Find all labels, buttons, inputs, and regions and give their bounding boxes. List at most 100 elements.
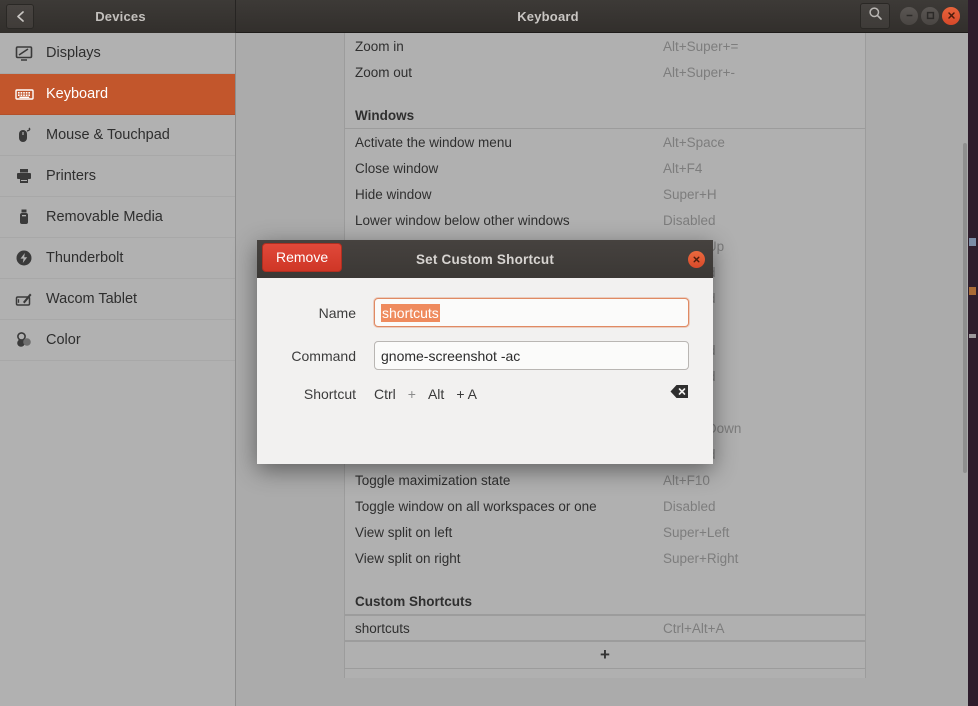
dialog-close-button[interactable]: [688, 251, 705, 268]
shortcut-field-row: Shortcut Ctrl + Alt + A: [281, 384, 689, 404]
titlebar-center: Keyboard: [236, 0, 860, 33]
shortcut-key: + A: [456, 386, 477, 402]
minimize-icon: [905, 7, 914, 25]
shortcut-value: Super+Right: [663, 550, 739, 566]
shortcut-key: Ctrl: [374, 386, 396, 402]
thunderbolt-icon: [13, 247, 35, 269]
vertical-scrollbar[interactable]: [963, 143, 967, 473]
sidebar-item-color[interactable]: Color: [0, 320, 235, 361]
titlebar-right: [860, 0, 968, 33]
sidebar-item-label: Displays: [46, 44, 101, 61]
display-icon: [13, 42, 35, 64]
shortcut-value: Alt+Super+=: [663, 38, 739, 54]
set-custom-shortcut-dialog: Remove Set Custom Shortcut Name shortcut…: [257, 240, 713, 464]
sidebar-item-label: Color: [46, 331, 81, 348]
sidebar-item-label: Removable Media: [46, 208, 163, 225]
chevron-left-icon: [15, 10, 26, 23]
shortcut-value: Super+Left: [663, 524, 730, 540]
shortcut-name: Toggle maximization state: [355, 472, 511, 488]
close-icon: [692, 251, 701, 269]
shortcut-name: Activate the window menu: [355, 134, 512, 150]
search-button[interactable]: [860, 3, 890, 29]
search-icon: [868, 6, 883, 26]
custom-shortcut-row[interactable]: shortcuts Ctrl+Alt+A: [345, 615, 865, 641]
desktop-icon-1: [969, 238, 976, 246]
maximize-icon: [926, 7, 935, 25]
window-controls: [900, 7, 960, 25]
dialog-body: Name shortcuts Command gnome-screenshot …: [257, 278, 713, 404]
command-field-row: Command gnome-screenshot -ac: [281, 341, 689, 370]
sidebar-item-printers[interactable]: Printers: [0, 156, 235, 197]
shortcut-row[interactable]: Toggle window on all workspaces or one Di…: [345, 493, 865, 519]
sidebar-item-mouse-touchpad[interactable]: Mouse & Touchpad: [0, 115, 235, 156]
titlebar-left-pane: Devices: [0, 0, 236, 33]
shortcut-row[interactable]: Zoom in Alt+Super+=: [345, 33, 865, 59]
desktop-icon-3: [969, 334, 976, 338]
shortcut-group-header: Custom Shortcuts: [345, 571, 865, 615]
shortcut-value: Ctrl+Alt+A: [663, 620, 725, 636]
shortcut-value: Alt+Space: [663, 134, 725, 150]
sidebar-item-label: Keyboard: [46, 85, 109, 102]
shortcut-keys[interactable]: Ctrl + Alt + A: [374, 386, 489, 402]
sidebar-item-label: Thunderbolt: [46, 249, 124, 266]
remove-button[interactable]: Remove: [262, 243, 343, 273]
shortcut-row[interactable]: Activate the window menu Alt+Space: [345, 129, 865, 155]
command-label: Command: [291, 347, 356, 364]
backspace-icon[interactable]: [670, 384, 689, 404]
shortcut-value: Disabled: [663, 212, 716, 228]
shortcut-name: shortcuts: [355, 620, 410, 636]
shortcut-name: Close window: [355, 160, 439, 176]
close-button[interactable]: [942, 7, 960, 25]
shortcut-value: Alt+F10: [663, 472, 710, 488]
name-input[interactable]: shortcuts: [374, 298, 689, 327]
name-field-row: Name shortcuts: [281, 298, 689, 327]
back-button[interactable]: [6, 3, 34, 29]
titlebar: Devices Keyboard: [0, 0, 968, 33]
maximize-button[interactable]: [921, 7, 939, 25]
shortcut-row[interactable]: Zoom out Alt+Super+-: [345, 59, 865, 85]
shortcut-row[interactable]: Hide window Super+H: [345, 181, 865, 207]
group-label: Windows: [355, 108, 415, 123]
sidebar-item-label: Printers: [46, 167, 96, 184]
shortcut-row[interactable]: View split on right Super+Right: [345, 545, 865, 571]
sidebar-item-displays[interactable]: Displays: [0, 33, 235, 74]
dialog-titlebar: Remove Set Custom Shortcut: [257, 240, 713, 278]
minimize-button[interactable]: [900, 7, 918, 25]
wacom-tablet-icon: [13, 288, 35, 310]
shortcut-row[interactable]: Close window Alt+F4: [345, 155, 865, 181]
shortcut-group-header: Windows: [345, 85, 865, 129]
devices-label: Devices: [95, 8, 146, 24]
sidebar-item-label: Mouse & Touchpad: [46, 126, 170, 143]
shortcut-name: Zoom out: [355, 64, 413, 80]
command-input[interactable]: gnome-screenshot -ac: [374, 341, 689, 370]
sidebar-item-wacom-tablet[interactable]: Wacom Tablet: [0, 279, 235, 320]
shortcut-key: Alt: [427, 386, 445, 402]
shortcut-name: Hide window: [355, 186, 432, 202]
name-label: Name: [318, 304, 356, 321]
color-icon: [13, 329, 35, 351]
keyboard-icon: [13, 83, 35, 105]
shortcut-label: Shortcut: [303, 386, 356, 402]
group-label: Custom Shortcuts: [355, 594, 473, 609]
usb-drive-icon: [13, 206, 35, 228]
sidebar-item-removable-media[interactable]: Removable Media: [0, 197, 235, 238]
dialog-footer: [257, 404, 713, 464]
screen: Devices Keyboard Displays Keyboard Mouse…: [0, 0, 978, 706]
desktop-background-strip: [968, 0, 978, 706]
name-input-value: shortcuts: [381, 303, 440, 322]
shortcut-row[interactable]: Lower window below other windows Disabled: [345, 207, 865, 233]
add-shortcut-button[interactable]: +: [345, 641, 865, 669]
shortcut-name: Lower window below other windows: [355, 212, 570, 228]
shortcut-separator: +: [407, 386, 416, 402]
command-input-value: gnome-screenshot -ac: [381, 347, 521, 364]
shortcut-row[interactable]: Toggle maximization state Alt+F10: [345, 467, 865, 493]
shortcut-name: View split on left: [355, 524, 453, 540]
shortcut-value: Super+H: [663, 186, 717, 202]
dialog-title: Set Custom Shortcut: [415, 251, 555, 267]
shortcut-row[interactable]: View split on left Super+Left: [345, 519, 865, 545]
close-icon: [947, 7, 956, 25]
sidebar: Displays Keyboard Mouse & Touchpad Print…: [0, 33, 236, 706]
sidebar-item-keyboard[interactable]: Keyboard: [0, 74, 235, 115]
sidebar-item-thunderbolt[interactable]: Thunderbolt: [0, 238, 235, 279]
shortcut-value: Disabled: [663, 498, 716, 514]
